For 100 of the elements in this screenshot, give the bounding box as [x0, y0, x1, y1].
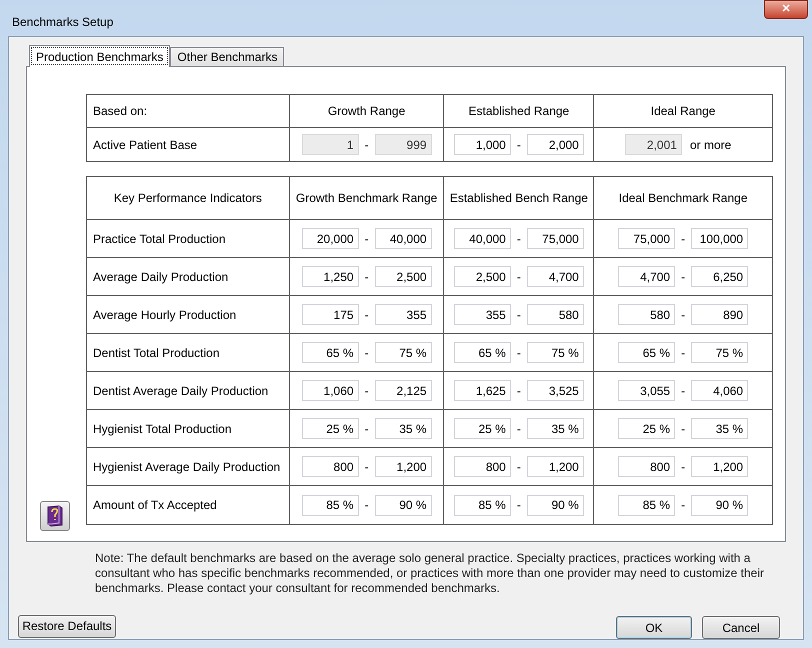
range-field[interactable]: 75,000	[526, 228, 584, 249]
range-field[interactable]: 355	[454, 304, 511, 325]
row-label: Dentist Total Production	[92, 344, 221, 362]
cancel-button[interactable]: Cancel	[702, 616, 780, 639]
column-header: Based on:	[92, 103, 148, 120]
range-field[interactable]: 1,200	[526, 456, 584, 477]
range-field[interactable]: 2,125	[374, 380, 432, 401]
range-field[interactable]: 85 %	[454, 494, 511, 516]
range-dash: -	[516, 458, 522, 476]
range-dash: -	[516, 268, 522, 286]
range-dash: -	[364, 458, 370, 476]
range-dash: -	[680, 420, 686, 438]
range-field[interactable]: 75 %	[374, 342, 432, 363]
range-field[interactable]: 1,200	[374, 456, 432, 477]
range-field[interactable]: 25 %	[618, 418, 676, 439]
range-dash: -	[516, 306, 522, 324]
ok-button[interactable]: OK	[616, 616, 692, 639]
range-dash: -	[680, 497, 686, 514]
range-field[interactable]: 35 %	[374, 418, 432, 439]
range-dash: -	[516, 344, 522, 362]
range-dash: -	[364, 306, 370, 324]
range-dash: -	[516, 382, 522, 400]
column-header: Key Performance Indicators	[112, 190, 263, 207]
range-field[interactable]: 580	[618, 304, 676, 325]
help-book-icon[interactable]	[40, 501, 70, 531]
range-dash: -	[516, 420, 522, 438]
range-dash: -	[364, 497, 370, 514]
range-dash: -	[680, 306, 686, 324]
range-field[interactable]: 85 %	[302, 494, 359, 516]
range-field[interactable]: 800	[454, 456, 511, 477]
column-header: Established Bench Range	[443, 177, 594, 219]
range-field[interactable]: 75,000	[618, 228, 676, 249]
range-field[interactable]: 1,200	[691, 456, 748, 477]
row-label: Dentist Average Daily Production	[92, 382, 270, 400]
range-dash: -	[516, 497, 522, 514]
range-dash: -	[364, 344, 370, 362]
range-dash: -	[680, 382, 686, 400]
range-field[interactable]: 65 %	[302, 342, 359, 363]
range-field[interactable]: 20,000	[302, 228, 359, 249]
range-field[interactable]: 3,525	[526, 380, 584, 401]
tab[interactable]: Other Benchmarks	[170, 47, 284, 66]
row-label: Hygienist Average Daily Production	[92, 458, 282, 476]
row-label: Active Patient Base	[92, 136, 198, 154]
range-field[interactable]: 25 %	[454, 418, 511, 439]
range-field[interactable]: 800	[302, 456, 359, 477]
note-text: Note: The default benchmarks are based on the average solo general practice. Specialty practices, practices working with a consultant who has specific benchmarks recommended, or practices with more than one provider may need to customize their benchmarks. Please contact your consultant for recommended benchmarks.	[95, 551, 765, 596]
range-dash: -	[364, 420, 370, 438]
range-field[interactable]: 4,700	[526, 266, 584, 287]
row-label: Average Hourly Production	[92, 306, 238, 324]
range-field[interactable]: 35 %	[691, 418, 748, 439]
range-field[interactable]: 4,060	[691, 380, 748, 401]
range-field[interactable]: 3,055	[618, 380, 676, 401]
range-field[interactable]: 85 %	[618, 494, 676, 516]
range-field[interactable]: 1,250	[302, 266, 359, 287]
range-field[interactable]: 40,000	[454, 228, 511, 249]
range-field[interactable]: 75 %	[691, 342, 748, 363]
column-header: Established Range	[443, 95, 594, 127]
column-header: Growth Benchmark Range	[288, 177, 444, 219]
range-field[interactable]: 355	[374, 304, 432, 325]
row-label: Average Daily Production	[92, 268, 230, 286]
range-field[interactable]: 65 %	[454, 342, 511, 363]
range-field[interactable]: 1,625	[454, 380, 511, 401]
column-header: Growth Range	[288, 95, 444, 127]
range-field[interactable]: 1,060	[302, 380, 359, 401]
tab[interactable]: Production Benchmarks	[29, 45, 170, 67]
column-header: Ideal Benchmark Range	[593, 177, 772, 219]
or-more-label: or more	[690, 136, 732, 154]
range-field[interactable]: 90 %	[526, 494, 584, 516]
row-label: Practice Total Production	[92, 230, 227, 248]
range-field[interactable]: 65 %	[618, 342, 676, 363]
range-field[interactable]: 580	[526, 304, 584, 325]
column-header: Ideal Range	[593, 95, 772, 127]
range-field[interactable]: 2,500	[374, 266, 432, 287]
range-field[interactable]: 90 %	[374, 494, 432, 516]
range-dash: -	[364, 268, 370, 286]
range-field[interactable]: 90 %	[691, 494, 748, 516]
range-field[interactable]: 1,000	[454, 134, 511, 155]
range-field[interactable]: 2,500	[454, 266, 511, 287]
row-label: Amount of Tx Accepted	[92, 497, 218, 514]
range-dash: -	[516, 230, 522, 248]
range-dash: -	[680, 344, 686, 362]
range-field[interactable]: 25 %	[302, 418, 359, 439]
range-field[interactable]: 100,000	[691, 228, 748, 249]
range-dash: -	[516, 136, 522, 154]
range-field[interactable]: 890	[691, 304, 748, 325]
range-field[interactable]: 35 %	[526, 418, 584, 439]
range-field[interactable]: 6,250	[691, 266, 748, 287]
range-dash: -	[680, 230, 686, 248]
range-field[interactable]: 2,000	[526, 134, 584, 155]
range-dash: -	[364, 230, 370, 248]
range-dash: -	[680, 268, 686, 286]
range-dash: -	[680, 458, 686, 476]
range-field[interactable]: 800	[618, 456, 676, 477]
range-field[interactable]: 75 %	[526, 342, 584, 363]
range-field[interactable]: 175	[302, 304, 359, 325]
restore-defaults-button[interactable]: Restore Defaults	[18, 614, 116, 638]
range-field[interactable]: 4,700	[618, 266, 676, 287]
window-title: Benchmarks Setup	[12, 14, 114, 31]
range-dash: -	[364, 382, 370, 400]
range-field[interactable]: 40,000	[374, 228, 432, 249]
